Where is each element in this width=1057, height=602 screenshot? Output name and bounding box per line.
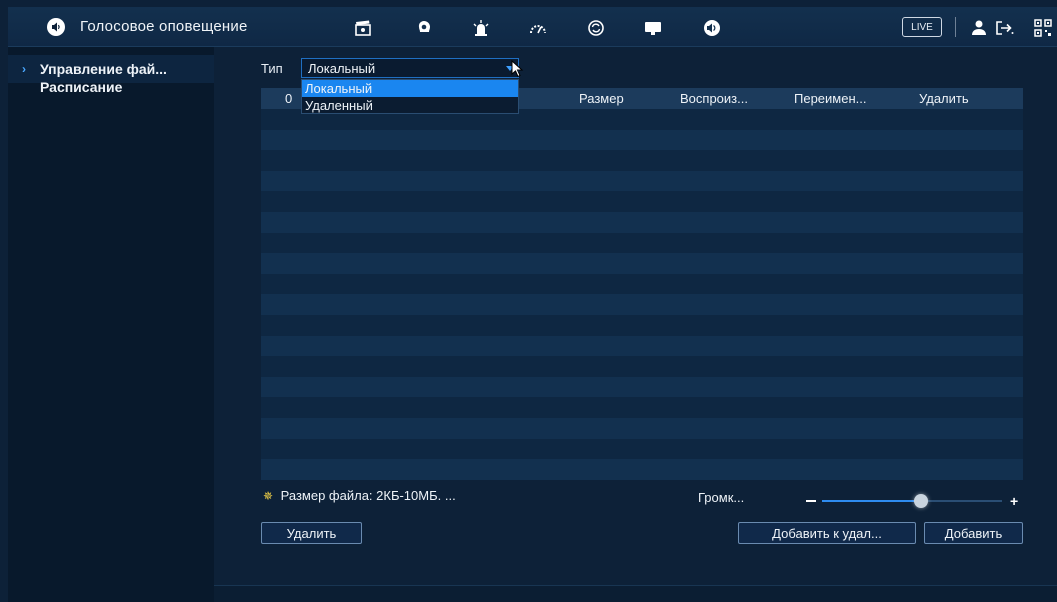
table-row[interactable] xyxy=(261,294,1023,315)
top-bar: Голосовое оповещение LIVE xyxy=(8,7,1057,47)
user-icon[interactable] xyxy=(969,18,989,38)
column-header-rename[interactable]: Переимен... xyxy=(794,91,866,106)
table-row[interactable] xyxy=(261,397,1023,418)
column-header-play[interactable]: Воспроиз... xyxy=(680,91,748,106)
mouse-cursor-icon xyxy=(511,60,524,78)
delete-button[interactable]: Удалить xyxy=(261,522,362,544)
table-row[interactable] xyxy=(261,418,1023,439)
column-header-delete[interactable]: Удалить xyxy=(919,91,969,106)
volume-label: Громк... xyxy=(698,490,745,505)
table-row[interactable] xyxy=(261,438,1023,460)
volume-slider-fill xyxy=(822,500,921,502)
column-header-size[interactable]: Размер xyxy=(579,91,624,106)
toolbar-divider xyxy=(955,17,956,37)
bottom-strip xyxy=(214,585,1057,602)
live-button[interactable]: LIVE xyxy=(902,17,942,37)
table-row[interactable] xyxy=(261,150,1023,171)
sidebar-item-label: Расписание xyxy=(40,79,123,95)
table-row[interactable] xyxy=(261,191,1023,212)
volume-increase-button[interactable]: + xyxy=(1010,493,1018,509)
file-table: 0 Размер Воспроиз... Переимен... Удалить xyxy=(261,88,1023,480)
logout-icon[interactable] xyxy=(994,18,1014,38)
clapper-icon[interactable] xyxy=(353,18,373,38)
type-label: Тип xyxy=(261,61,283,76)
lightbulb-icon: ✵ xyxy=(263,489,274,503)
file-size-hint: ✵ Размер файла: 2КБ-10МБ. ... xyxy=(263,488,456,503)
table-row[interactable] xyxy=(261,273,1023,295)
sidebar-item-schedule[interactable]: Расписание xyxy=(8,73,214,101)
face-icon[interactable] xyxy=(414,18,434,38)
performance-icon[interactable] xyxy=(528,18,548,38)
display-icon[interactable] xyxy=(643,18,663,38)
qr-icon[interactable] xyxy=(1033,18,1053,38)
table-row[interactable] xyxy=(261,170,1023,192)
table-row[interactable] xyxy=(261,129,1023,151)
add-to-delete-button[interactable]: Добавить к удал... xyxy=(738,522,916,544)
type-select-value: Локальный xyxy=(308,61,376,76)
volume-slider-thumb[interactable] xyxy=(914,494,928,508)
table-row[interactable] xyxy=(261,212,1023,233)
table-row[interactable] xyxy=(261,376,1023,398)
dropdown-option-remote[interactable]: Удаленный xyxy=(302,97,518,114)
add-button[interactable]: Добавить xyxy=(924,522,1023,544)
table-row[interactable] xyxy=(261,335,1023,357)
sync-icon[interactable] xyxy=(586,18,606,38)
table-row[interactable] xyxy=(261,232,1023,254)
volume-decrease-button[interactable] xyxy=(806,500,816,502)
alarm-icon[interactable] xyxy=(471,18,491,38)
sidebar: › Управление фай... Расписание xyxy=(8,47,214,602)
hint-text: Размер файла: 2КБ-10МБ. ... xyxy=(280,488,456,503)
audio-icon[interactable] xyxy=(702,18,722,38)
column-header-number[interactable]: 0 xyxy=(285,91,292,106)
table-row[interactable] xyxy=(261,315,1023,336)
page-title: Голосовое оповещение xyxy=(80,18,248,35)
type-dropdown-list: Локальный Удаленный xyxy=(301,79,519,114)
speaker-icon xyxy=(47,18,65,36)
table-row[interactable] xyxy=(261,356,1023,377)
type-select[interactable]: Локальный xyxy=(301,58,519,78)
table-row[interactable] xyxy=(261,253,1023,274)
table-row[interactable] xyxy=(261,459,1023,480)
dropdown-option-local[interactable]: Локальный xyxy=(302,80,518,97)
